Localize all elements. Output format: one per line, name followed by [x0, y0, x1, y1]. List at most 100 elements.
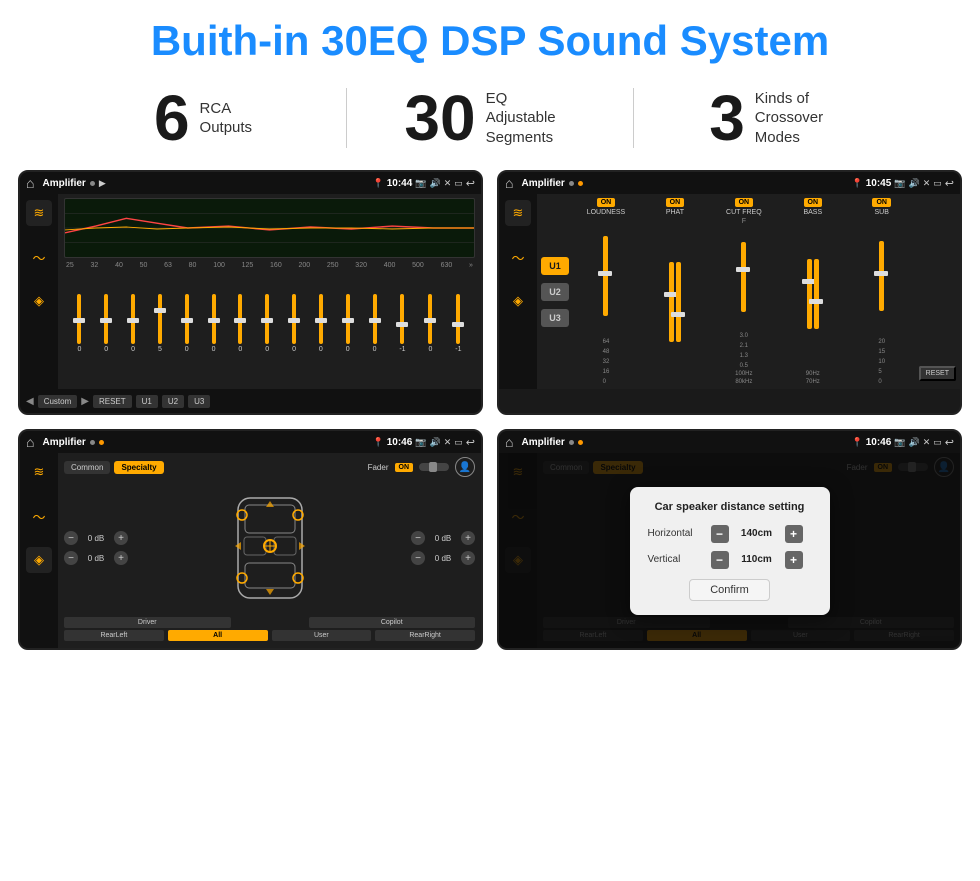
- eq-filter-icon[interactable]: ≋: [26, 200, 52, 226]
- vol-col-left: − 0 dB + − 0 dB +: [64, 483, 128, 613]
- home-icon[interactable]: ⌂: [26, 175, 34, 191]
- home-icon-tr[interactable]: ⌂: [505, 175, 513, 191]
- dialog-horizontal-value: 140cm: [737, 528, 777, 539]
- eq-slider-8[interactable]: 0: [265, 294, 269, 353]
- eq-slider-5[interactable]: 0: [185, 294, 189, 353]
- vol-plus-fr[interactable]: +: [461, 531, 475, 545]
- eq-slider-14[interactable]: 0: [428, 294, 432, 353]
- eq-slider-2[interactable]: 0: [104, 294, 108, 353]
- confirm-button[interactable]: Confirm: [689, 579, 770, 601]
- loudness-on-badge[interactable]: ON: [597, 198, 616, 207]
- eq-slider-11[interactable]: 0: [346, 294, 350, 353]
- status-icons-bl: 📍 10:46 📷 🔊 ✕ ▭ ↩: [372, 436, 475, 449]
- eq-slider-9[interactable]: 0: [292, 294, 296, 353]
- reset-btn-tr[interactable]: RESET: [919, 366, 956, 381]
- cutfreq-nums: 3.0 2.1 1.3 0.5: [740, 333, 748, 369]
- stat-number-eq: 30: [404, 86, 475, 150]
- eq-slider-1[interactable]: 0: [77, 294, 81, 353]
- status-dot-tr2: [578, 181, 583, 186]
- channel-u3-btn[interactable]: U3: [541, 309, 569, 327]
- eq-slider-12[interactable]: 0: [373, 294, 377, 353]
- time-br: 10:46: [866, 437, 892, 448]
- home-icon-bl[interactable]: ⌂: [26, 434, 34, 450]
- rearleft-btn[interactable]: RearLeft: [64, 630, 164, 641]
- crossover-speaker-icon[interactable]: ◈: [505, 288, 531, 314]
- eq-slider-13[interactable]: -1: [399, 294, 405, 353]
- stat-rca: 6 RCAOutputs: [60, 86, 346, 150]
- dialog-horizontal-plus[interactable]: +: [785, 525, 803, 543]
- status-bar-tr: ⌂ Amplifier 📍 10:45 📷 🔊 ✕ ▭ ↩: [499, 172, 960, 194]
- bass-slider-2[interactable]: [814, 259, 819, 329]
- vol-plus-fl[interactable]: +: [114, 531, 128, 545]
- crossover-wave-icon[interactable]: 〜: [505, 244, 531, 270]
- vol-val-fr: 0 dB: [428, 534, 458, 543]
- eq-slider-4[interactable]: 5: [158, 294, 162, 353]
- user-btn[interactable]: User: [272, 630, 372, 641]
- ctrl-bass: ON BASS 90Hz 70Hz: [780, 198, 846, 385]
- fader-slider[interactable]: [419, 463, 449, 471]
- next-icon[interactable]: ▶: [81, 396, 89, 407]
- back-icon-tr[interactable]: ↩: [945, 177, 954, 190]
- screen-dialog: ⌂ Amplifier 📍 10:46 📷 🔊 ✕ ▭ ↩ ≋ 〜 ◈: [497, 429, 962, 650]
- eq-slider-15[interactable]: -1: [455, 294, 461, 353]
- u1-btn-tl[interactable]: U1: [136, 395, 158, 408]
- speaker-icon-bl[interactable]: ◈: [26, 547, 52, 573]
- fader-section: Fader ON 👤: [368, 457, 475, 477]
- rearright-btn[interactable]: RearRight: [375, 630, 475, 641]
- eq-slider-3[interactable]: 0: [131, 294, 135, 353]
- eq-wave-icon[interactable]: 〜: [26, 244, 52, 270]
- phat-label: PHAT: [666, 209, 684, 216]
- bass-slider-1[interactable]: [807, 259, 812, 329]
- user-icon-bl[interactable]: 👤: [455, 457, 475, 477]
- u2-btn-tl[interactable]: U2: [162, 395, 184, 408]
- dialog-vertical-minus[interactable]: −: [711, 551, 729, 569]
- speaker-content: ≋ 〜 ◈ Common Specialty Fader ON 👤: [20, 453, 481, 648]
- eq-slider-6[interactable]: 0: [212, 294, 216, 353]
- ctrl-phat: ON PHAT: [642, 198, 708, 385]
- eq-freq-labels: 25 32 40 50 63 80 100 125 160 200 250 32…: [64, 262, 475, 269]
- phat-slider-2[interactable]: [676, 262, 681, 342]
- preset-custom-btn[interactable]: Custom: [38, 395, 78, 408]
- u3-btn-tl[interactable]: U3: [188, 395, 210, 408]
- eq-speaker-icon[interactable]: ◈: [26, 288, 52, 314]
- all-btn[interactable]: All: [168, 630, 268, 641]
- vol-minus-fr[interactable]: −: [411, 531, 425, 545]
- fader-on-badge[interactable]: ON: [395, 463, 414, 472]
- back-icon-br[interactable]: ↩: [945, 436, 954, 449]
- eq-slider-10[interactable]: 0: [319, 294, 323, 353]
- sub-slider[interactable]: [879, 241, 884, 311]
- speaker-filter-icon[interactable]: ≋: [26, 459, 52, 485]
- dialog-vertical-plus[interactable]: +: [785, 551, 803, 569]
- prev-icon[interactable]: ◀: [26, 396, 34, 407]
- window-icon-br: ▭: [933, 437, 942, 448]
- vol-minus-rl[interactable]: −: [64, 551, 78, 565]
- tab-common-bl[interactable]: Common: [64, 461, 110, 474]
- channel-u2-btn[interactable]: U2: [541, 283, 569, 301]
- copilot-btn[interactable]: Copilot: [309, 617, 476, 628]
- phat-slider-1[interactable]: [669, 262, 674, 342]
- channel-u1-btn[interactable]: U1: [541, 257, 569, 275]
- home-icon-br[interactable]: ⌂: [505, 434, 513, 450]
- speaker-wave-icon[interactable]: 〜: [26, 503, 52, 529]
- vol-minus-fl[interactable]: −: [64, 531, 78, 545]
- driver-btn[interactable]: Driver: [64, 617, 231, 628]
- vol-plus-rr[interactable]: +: [461, 551, 475, 565]
- dialog-horizontal-row: Horizontal − 140cm +: [648, 525, 812, 543]
- reset-btn-tl[interactable]: RESET: [93, 395, 132, 408]
- sub-on-badge[interactable]: ON: [872, 198, 891, 207]
- loudness-slider[interactable]: [603, 236, 608, 316]
- back-icon-bl[interactable]: ↩: [466, 436, 475, 449]
- volume-icon-tr: 🔊: [909, 178, 920, 189]
- back-icon-tl[interactable]: ↩: [466, 177, 475, 190]
- bass-on-badge[interactable]: ON: [804, 198, 823, 207]
- vol-plus-rl[interactable]: +: [114, 551, 128, 565]
- tab-specialty-bl[interactable]: Specialty: [114, 461, 163, 474]
- dialog-horizontal-minus[interactable]: −: [711, 525, 729, 543]
- vol-minus-rr[interactable]: −: [411, 551, 425, 565]
- stats-row: 6 RCAOutputs 30 EQ AdjustableSegments 3 …: [0, 74, 980, 164]
- eq-slider-7[interactable]: 0: [238, 294, 242, 353]
- crossover-filter-icon[interactable]: ≋: [505, 200, 531, 226]
- phat-on-badge[interactable]: ON: [666, 198, 685, 207]
- cutfreq-slider[interactable]: [741, 242, 746, 312]
- cutfreq-on-badge[interactable]: ON: [735, 198, 754, 207]
